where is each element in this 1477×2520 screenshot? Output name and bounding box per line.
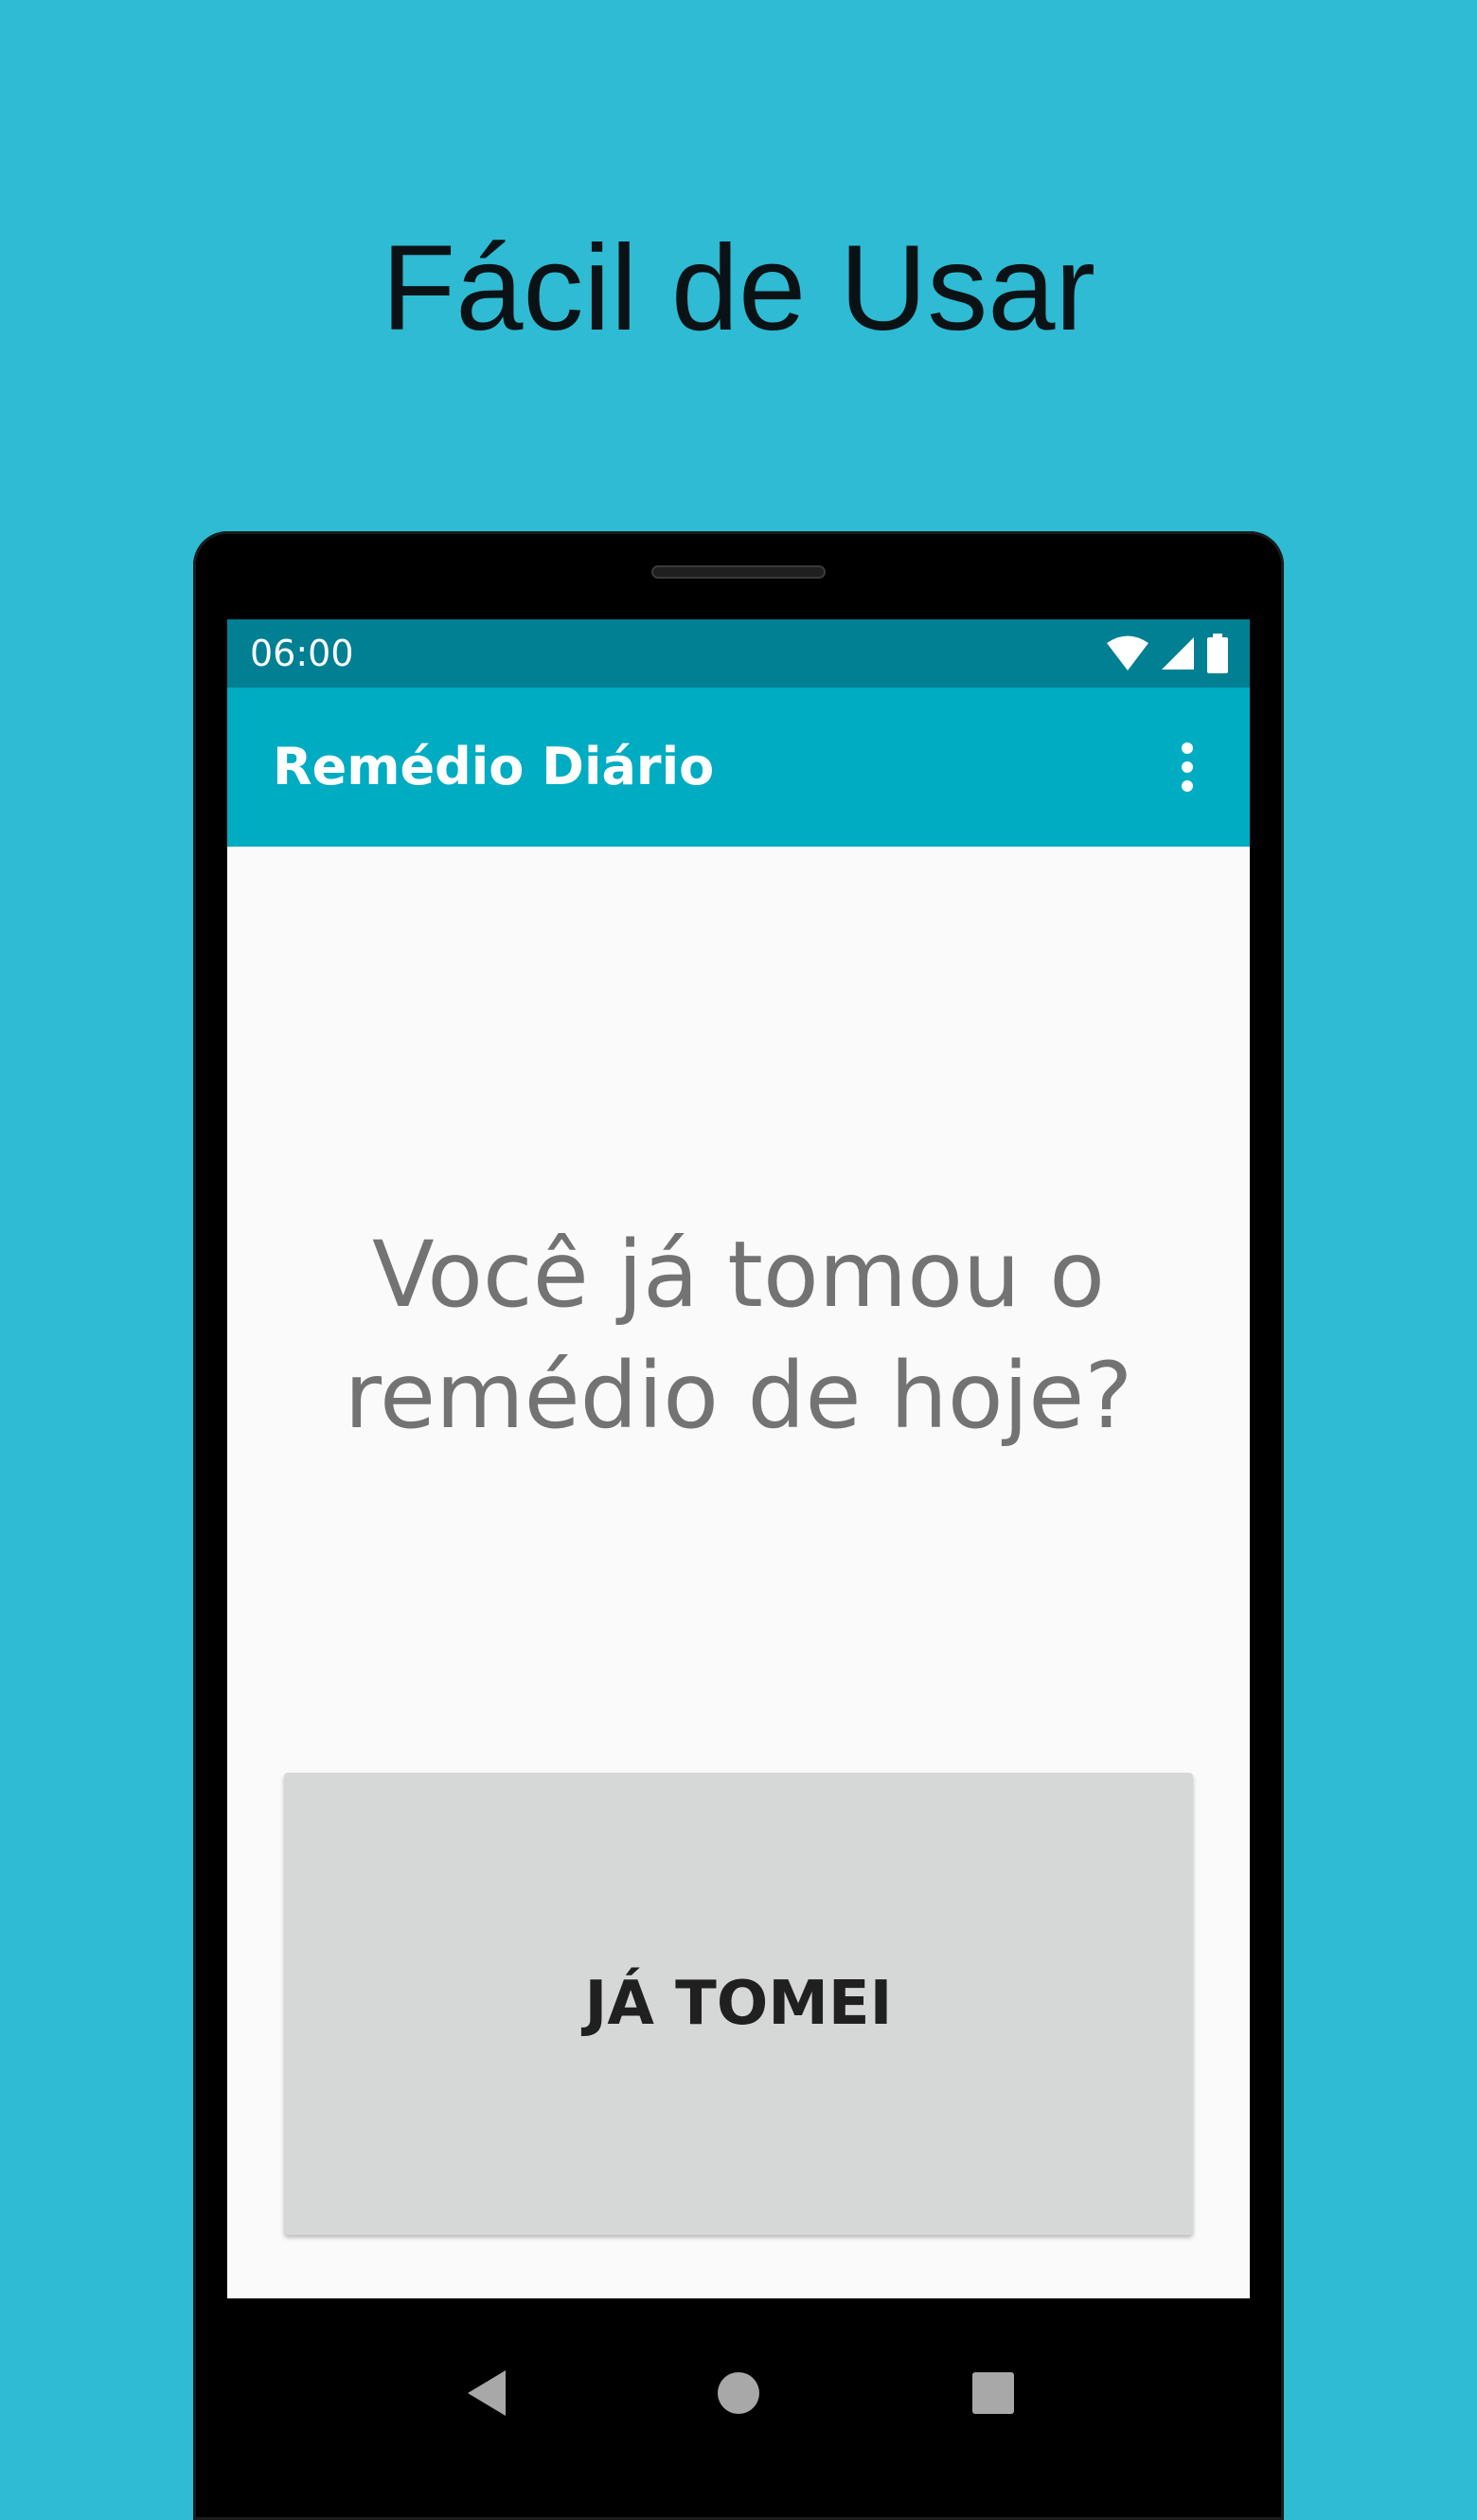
app-title: Remédio Diário (273, 737, 715, 796)
home-icon[interactable] (701, 2355, 776, 2431)
more-vert-icon[interactable] (1159, 739, 1216, 795)
back-icon[interactable] (449, 2355, 525, 2431)
phone-screen: 06:00 Remédio Diário Você já tomou o rem… (227, 619, 1250, 2298)
battery-icon (1207, 634, 1228, 673)
wifi-icon (1107, 635, 1148, 670)
navigation-bar (193, 2298, 1284, 2520)
status-bar: 06:00 (227, 619, 1250, 688)
ja-tomei-button[interactable]: JÁ TOMEI (284, 1773, 1193, 2235)
earpiece-speaker (651, 565, 826, 579)
question-text: Você já tomou o remédio de hoje? (227, 1214, 1250, 1457)
question-line-1: Você já tomou o (371, 1222, 1106, 1328)
recents-icon[interactable] (955, 2355, 1031, 2431)
phone-frame: 06:00 Remédio Diário Você já tomou o rem… (193, 531, 1284, 2520)
question-line-2: remédio de hoje? (344, 1343, 1133, 1449)
signal-icon (1162, 637, 1194, 670)
app-bar: Remédio Diário (227, 688, 1250, 847)
promo-headline: Fácil de Usar (382, 221, 1095, 356)
status-time: 06:00 (250, 633, 354, 674)
status-icons (1106, 633, 1229, 674)
